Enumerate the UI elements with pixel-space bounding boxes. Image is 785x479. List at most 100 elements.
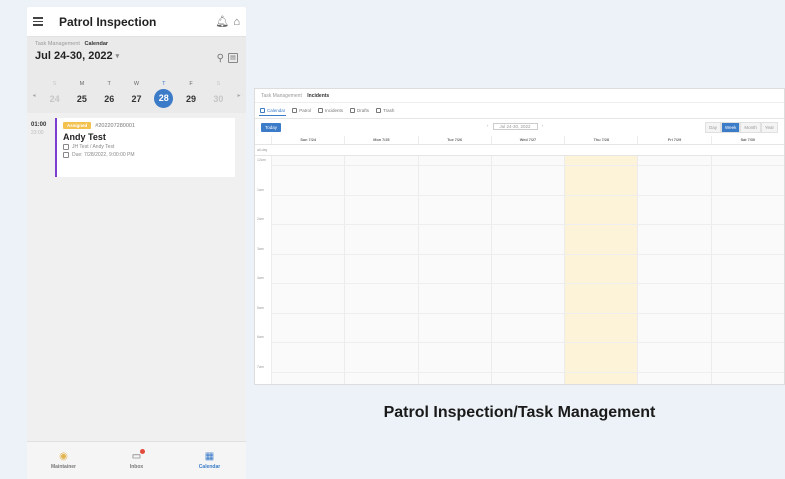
- bottom-nav: ◉ Maintainer ▭ Inbox ▦ Calendar: [27, 441, 246, 479]
- hour-label: 7am: [257, 364, 264, 369]
- day-of-week: F: [189, 81, 193, 87]
- calendar-icon: [260, 107, 265, 113]
- hour-gridline: [271, 371, 784, 373]
- week-strip: ◂ S 24 M 25 T 26 W 27 T 28 F 29 S 30 ▸: [27, 77, 246, 113]
- mobile-app-screen: Patrol Inspection 🔔︎ ⌂ Task Management C…: [27, 7, 246, 479]
- breadcrumb-task-management[interactable]: Task Management: [261, 93, 302, 99]
- menu-icon[interactable]: [33, 17, 51, 26]
- day-column[interactable]: [271, 156, 345, 384]
- patrol-icon: [292, 108, 298, 113]
- day-number: 26: [104, 94, 115, 104]
- week-day[interactable]: F 29: [180, 81, 202, 109]
- tab-calendar[interactable]: Calendar: [84, 41, 108, 47]
- nav-label: Inbox: [129, 464, 144, 470]
- day-column[interactable]: [637, 156, 711, 384]
- day-number: 25: [76, 94, 87, 104]
- day-column-header: Mon 7/25: [344, 136, 417, 144]
- tab-label: Drafts: [357, 108, 370, 113]
- drafts-icon: [350, 108, 356, 113]
- week-day[interactable]: M 25: [71, 81, 93, 109]
- prev-arrow-icon[interactable]: ‹: [487, 123, 489, 130]
- day-column[interactable]: [490, 156, 565, 384]
- nav-inbox[interactable]: ▭ Inbox: [100, 442, 173, 479]
- day-number: 28: [154, 89, 174, 108]
- tab-drafts[interactable]: Drafts: [349, 106, 370, 115]
- day-column-header: Thu 7/28: [564, 136, 637, 144]
- nav-label: Maintainer: [50, 464, 76, 470]
- next-arrow-icon[interactable]: ›: [542, 123, 544, 130]
- task-id: #202207280001: [95, 122, 136, 129]
- day-number: 29: [186, 94, 197, 104]
- hour-label: 1am: [257, 187, 264, 192]
- breadcrumb: Task Management Incidents: [255, 89, 784, 103]
- home-icon[interactable]: ⌂: [233, 16, 240, 28]
- mobile-header: Patrol Inspection 🔔︎ ⌂: [27, 7, 246, 37]
- tab-label: Incidents: [325, 108, 344, 113]
- tab-incidents[interactable]: Incidents: [317, 106, 344, 115]
- task-name: Andy Test: [63, 132, 106, 142]
- hour-gridline: [271, 342, 784, 343]
- hour-labels: [255, 145, 271, 384]
- today-button[interactable]: Today: [261, 122, 282, 132]
- day-of-week: W: [133, 81, 140, 87]
- search-icon[interactable]: ⚲: [217, 53, 224, 64]
- week-day[interactable]: S 30: [207, 81, 229, 109]
- hour-gridline: [271, 224, 784, 225]
- day-column-header: Sat 7/30: [710, 136, 784, 144]
- next-week-arrow-icon[interactable]: ▸: [232, 92, 246, 99]
- nav-calendar[interactable]: ▦ Calendar: [173, 442, 246, 479]
- date-range-selector[interactable]: Jul 24-30, 2022 ▾: [35, 50, 238, 62]
- day-column-header: Sun 7/24: [271, 136, 344, 144]
- day-column[interactable]: [710, 156, 784, 384]
- view-month-button[interactable]: Month: [740, 122, 761, 133]
- tab-trash[interactable]: Trash: [375, 106, 395, 115]
- chevron-down-icon: ▾: [115, 53, 120, 60]
- bell-icon[interactable]: 🔔︎: [215, 15, 229, 28]
- task-end-time: 23:00: [31, 130, 44, 136]
- view-week-button[interactable]: Week: [720, 122, 741, 133]
- mobile-tabs: Task Management Calendar: [35, 41, 238, 47]
- task-time: 01:00 23:00: [31, 122, 51, 136]
- incidents-icon: [318, 108, 324, 113]
- week-day[interactable]: S 24: [44, 81, 66, 109]
- calendar-icon[interactable]: ▤: [228, 53, 238, 63]
- day-number: 24: [49, 94, 60, 104]
- view-day-button[interactable]: Day: [704, 122, 721, 133]
- hour-gridline: [271, 312, 784, 314]
- hour-label: 4am: [257, 276, 264, 280]
- task-card[interactable]: Assigned #202207280001 Andy Test JH Test…: [55, 118, 235, 177]
- tab-label: Trash: [383, 108, 395, 113]
- breadcrumb-incidents[interactable]: Incidents: [307, 93, 329, 99]
- tab-label: Calendar: [267, 107, 286, 113]
- calendar-toolbar: Today ‹ Jul 24-30, 2022 › Day Week Month Ye…: [255, 119, 784, 135]
- nav-maintainer[interactable]: ◉ Maintainer: [27, 442, 100, 479]
- day-of-week: S: [216, 81, 221, 87]
- day-column[interactable]: [564, 156, 638, 384]
- task-start-time: 01:00: [31, 122, 47, 128]
- hour-gridline: [271, 283, 784, 284]
- view-year-button[interactable]: Year: [760, 122, 778, 133]
- desktop-tabs: Calendar Patrol Incidents Drafts Trash: [255, 103, 784, 119]
- notification-dot: [140, 449, 146, 454]
- tab-task-management[interactable]: Task Management: [35, 41, 80, 47]
- task-due: Due: 7/28/2022, 9:00:00 PM: [72, 152, 135, 158]
- tab-patrol[interactable]: Patrol: [291, 106, 312, 115]
- prev-week-arrow-icon[interactable]: ◂: [27, 92, 41, 99]
- calendar-header: Task Management Calendar Jul 24-30, 2022…: [27, 37, 246, 113]
- day-column[interactable]: [344, 156, 418, 384]
- hour-gridline: [271, 165, 784, 166]
- week-days: S 24 M 25 T 26 W 27 T 28 F 29 S 30: [41, 81, 232, 109]
- trash-icon: [376, 108, 382, 113]
- view-switcher: Day Week Month Year: [704, 122, 778, 133]
- task-assignees: JH Test / Andy Test: [72, 144, 115, 150]
- tab-calendar[interactable]: Calendar: [259, 106, 287, 116]
- grid-body: [271, 156, 784, 384]
- week-day[interactable]: W 27: [125, 81, 147, 109]
- day-of-week: T: [162, 81, 166, 87]
- hour-gridline: [271, 194, 784, 196]
- hour-label: 3am: [257, 246, 264, 251]
- day-column-header: Fri 7/29: [637, 136, 710, 144]
- day-column[interactable]: [417, 156, 491, 384]
- week-day[interactable]: T 26: [98, 81, 120, 109]
- week-day[interactable]: T 28: [153, 81, 175, 109]
